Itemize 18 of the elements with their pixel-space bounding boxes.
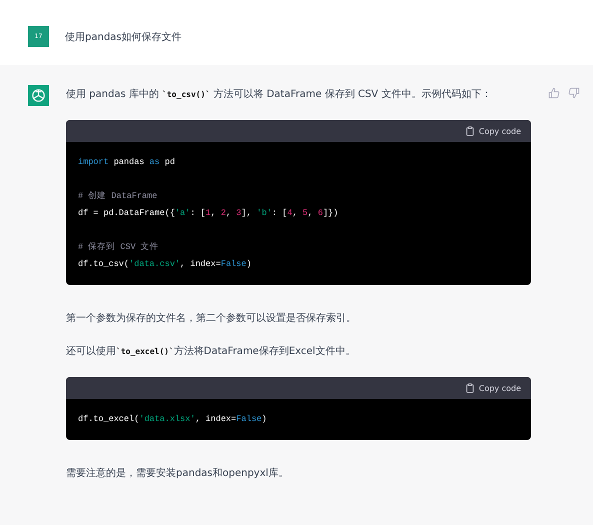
code-line: df.to_excel('data.xlsx', index=False) xyxy=(78,413,268,426)
answer-paragraph: 第一个参数为保存的文件名，第二个参数可以设置是否保存索引。 xyxy=(66,312,357,326)
answer-paragraph: 使用 pandas 库中的 `to_csv()` 方法可以将 DataFrame 保存到 CSV 文件中。示例代码如下： xyxy=(66,88,492,102)
code-line: # 保存到 CSV 文件 xyxy=(78,241,160,254)
thumbs-down-icon[interactable] xyxy=(568,87,580,99)
copy-code-button[interactable]: Copy code xyxy=(466,126,521,136)
copy-code-button[interactable]: Copy code xyxy=(466,383,521,393)
clipboard-icon xyxy=(466,126,474,136)
user-message: 使用pandas如何保存文件 xyxy=(65,30,182,44)
code-line: # 创建 DataFrame xyxy=(78,190,158,203)
clipboard-icon xyxy=(466,383,474,393)
answer-paragraph: 还可以使用`to_excel()`方法将DataFrame保存到Excel文件中。 xyxy=(66,344,356,359)
thumbs-up-icon[interactable] xyxy=(548,87,560,99)
code-line: import pandas as pd xyxy=(78,156,176,169)
assistant-logo-icon xyxy=(28,85,49,106)
code-line: df = pd.DataFrame({'a': [1, 2, 3], 'b': [4, 5, 6]}) xyxy=(78,207,340,220)
code-line: df.to_csv('data.csv', index=False) xyxy=(78,258,252,271)
answer-paragraph: 需要注意的是，需要安装pandas和openpyxl库。 xyxy=(66,466,290,481)
